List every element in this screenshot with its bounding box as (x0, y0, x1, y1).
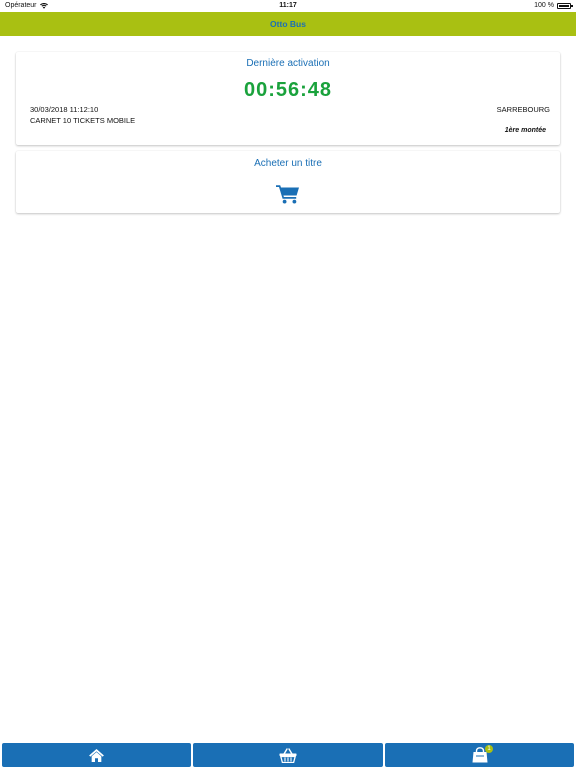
ticket-city: SARREBOURG (496, 105, 550, 114)
boarding-label: 1ère montée (504, 127, 546, 134)
basket-icon (279, 747, 297, 763)
status-time: 11:17 (279, 2, 297, 9)
battery-icon (557, 2, 573, 9)
nav-bag-button[interactable]: 1 (385, 743, 574, 767)
ticket-name: CARNET 10 TICKETS MOBILE (30, 116, 136, 125)
countdown-timer: 00:56:48 (243, 79, 333, 101)
cart-icon[interactable] (276, 184, 300, 204)
home-icon (89, 748, 104, 762)
battery-percent: 100 % (534, 2, 554, 9)
bottom-nav: 1 (0, 742, 576, 768)
status-bar: Opérateur 11:17 100 % (0, 0, 576, 12)
last-activation-title: Dernière activation (246, 58, 330, 69)
last-activation-card[interactable]: Dernière activation 00:56:48 30/03/2018 … (16, 52, 560, 145)
app-header: Otto Bus (0, 12, 576, 36)
bag-count-badge: 1 (485, 745, 493, 753)
buy-ticket-title: Acheter un titre (254, 158, 322, 169)
nav-home-button[interactable] (2, 743, 191, 767)
activation-date: 30/03/2018 11:12:10 (30, 105, 99, 114)
buy-ticket-card[interactable]: Acheter un titre (16, 151, 560, 213)
nav-basket-button[interactable] (193, 743, 383, 767)
app-title: Otto Bus (270, 19, 306, 29)
battery-status: 100 % (534, 2, 573, 9)
